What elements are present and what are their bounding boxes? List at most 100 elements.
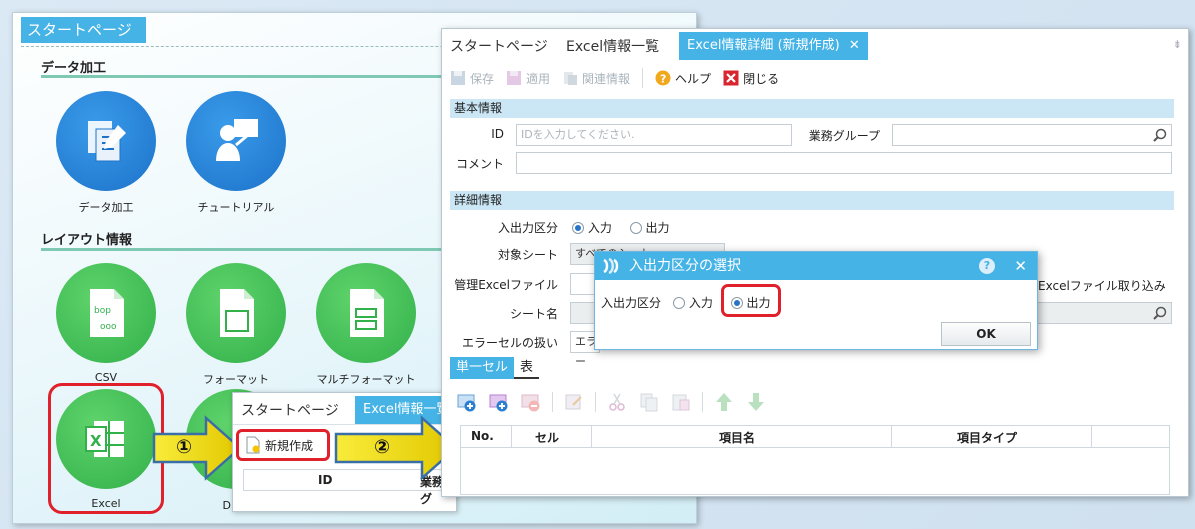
tab-start-page[interactable]: スタートページ xyxy=(450,36,548,56)
tile-tutorial[interactable]: チュートリアル xyxy=(171,91,301,215)
dialog-in-radio[interactable] xyxy=(673,297,685,309)
close-button[interactable]: 閉じる xyxy=(723,70,779,87)
column-cell: セル xyxy=(535,431,560,445)
io-out-label: 出力 xyxy=(645,221,670,235)
apply-label: 適用 xyxy=(526,71,551,86)
search-icon[interactable] xyxy=(1153,306,1167,320)
search-icon[interactable] xyxy=(1153,128,1167,142)
excel-highlight-frame xyxy=(48,383,164,514)
toolbar-separator xyxy=(702,392,703,412)
tab-excel-list[interactable]: Excel情報一覧 xyxy=(566,36,659,56)
output-highlight-frame xyxy=(721,284,781,317)
business-group-label: 業務グループ xyxy=(808,129,880,143)
comment-label: コメント xyxy=(455,157,504,171)
csv-file-icon: bop ooo xyxy=(56,263,156,363)
managed-excel-file-label: 管理Excelファイル xyxy=(454,278,558,292)
tile-label: マルチフォーマット xyxy=(316,373,416,386)
column-item-type: 項目タイプ xyxy=(957,431,1018,445)
column-no: No. xyxy=(471,429,494,443)
column-item-name: 項目名 xyxy=(719,431,756,445)
io-type-radio-group: 入力 出力 xyxy=(572,219,670,236)
tab-detail-label: Excel情報詳細 (新規作成) xyxy=(687,38,840,53)
tutorial-icon xyxy=(186,91,286,191)
apply-icon xyxy=(507,71,522,85)
tab-excel-detail[interactable]: Excel情報詳細 (新規作成) ✕ xyxy=(679,32,868,60)
tab-bar: スタートページ Excel情報一覧 Excel情報詳細 (新規作成) ✕ ⇟ xyxy=(442,29,1188,61)
section-title-layout: レイアウト情報 xyxy=(41,233,133,248)
related-info-icon xyxy=(564,72,578,85)
help-label: ヘルプ xyxy=(675,71,712,86)
detail-info-section: 詳細情報 xyxy=(450,191,1174,210)
toolbar-separator xyxy=(552,392,553,412)
ok-button[interactable]: OK xyxy=(941,322,1031,346)
tab-single-cell[interactable]: 単一セル xyxy=(450,357,515,379)
id-label: ID xyxy=(491,127,504,141)
help-icon[interactable]: ? xyxy=(979,258,995,274)
pin-icon[interactable]: ⇟ xyxy=(1173,38,1182,51)
tile-data-processing[interactable]: データ加工 xyxy=(41,91,171,215)
move-up-icon[interactable] xyxy=(713,391,735,413)
toolbar-separator xyxy=(595,392,596,412)
item-grid: No. セル 項目名 項目タイプ xyxy=(460,425,1170,495)
data-processing-icon xyxy=(56,91,156,191)
format-file-icon xyxy=(186,263,286,363)
error-cell-label: エラーセルの扱い xyxy=(461,336,558,350)
tile-format[interactable]: フォーマット xyxy=(171,263,301,387)
sheet-name-label: シート名 xyxy=(509,307,558,321)
io-in-radio[interactable] xyxy=(572,222,584,234)
dialog-in-label: 入力 xyxy=(688,296,713,310)
tab-close-icon[interactable]: ✕ xyxy=(849,32,860,60)
related-info-button[interactable]: 関連情報 xyxy=(562,70,630,87)
multi-format-file-icon xyxy=(316,263,416,363)
close-icon xyxy=(723,70,739,86)
related-info-label: 関連情報 xyxy=(582,71,631,86)
tab-table[interactable]: 表 xyxy=(514,357,540,379)
io-in-label: 入力 xyxy=(587,221,612,235)
tile-label: フォーマット xyxy=(203,373,269,386)
toolbar: 保存 適用 関連情報 ? ヘルプ 閉じる xyxy=(450,65,779,91)
edit-icon[interactable] xyxy=(563,391,585,413)
svg-text:ooo: ooo xyxy=(100,322,117,332)
step-1-label: ① xyxy=(176,436,193,458)
dialog-title-bar: 入出力区分の選択 ? ✕ xyxy=(595,252,1037,280)
svg-text:?: ? xyxy=(660,73,666,86)
insert-row-icon[interactable] xyxy=(488,391,510,413)
id-input[interactable]: IDを入力してください. xyxy=(516,124,792,146)
column-id: ID xyxy=(318,473,333,487)
tab-start-page[interactable]: スタートページ xyxy=(241,400,339,420)
dialog-io-label: 入出力区分 xyxy=(601,296,662,310)
tile-label: チュートリアル xyxy=(197,201,275,214)
io-out-radio[interactable] xyxy=(629,222,642,234)
dialog-title: 入出力区分の選択 xyxy=(629,258,741,274)
help-button[interactable]: ? ヘルプ xyxy=(655,70,711,87)
cut-icon[interactable] xyxy=(606,391,628,413)
save-label: 保存 xyxy=(470,71,495,86)
save-button[interactable]: 保存 xyxy=(450,70,494,87)
grid-header: No. セル 項目名 項目タイプ xyxy=(461,426,1169,448)
tile-multi-format[interactable]: マルチフォーマット xyxy=(301,263,431,387)
dialog-close-icon[interactable]: ✕ xyxy=(1014,252,1027,280)
app-logo-icon xyxy=(603,257,619,275)
tile-csv[interactable]: bop ooo CSV xyxy=(41,263,171,384)
comment-input[interactable] xyxy=(516,152,1172,174)
save-icon xyxy=(451,71,465,85)
section-title-data: データ加工 xyxy=(41,61,107,76)
io-select-dialog: 入出力区分の選択 ? ✕ 入出力区分 入力 出力 OK xyxy=(594,251,1038,350)
close-label: 閉じる xyxy=(743,71,780,86)
move-down-icon[interactable] xyxy=(745,391,767,413)
grid-tabs: 単一セル 表 xyxy=(450,357,540,379)
io-type-label: 入出力区分 xyxy=(497,221,558,235)
help-icon: ? xyxy=(655,70,671,86)
step-2-label: ② xyxy=(374,436,391,458)
paste-icon[interactable] xyxy=(670,391,692,413)
business-group-input[interactable] xyxy=(892,124,1172,146)
svg-text:bop: bop xyxy=(94,306,111,316)
start-page-tab[interactable]: スタートページ xyxy=(21,17,146,43)
toolbar-separator xyxy=(642,68,644,88)
copy-icon[interactable] xyxy=(638,391,660,413)
apply-button[interactable]: 適用 xyxy=(506,70,550,87)
excel-import-link[interactable]: Excelファイル取り込み xyxy=(1038,277,1166,294)
add-row-icon[interactable] xyxy=(456,391,478,413)
delete-row-icon[interactable] xyxy=(520,391,542,413)
target-sheet-label: 対象シート xyxy=(497,248,558,262)
